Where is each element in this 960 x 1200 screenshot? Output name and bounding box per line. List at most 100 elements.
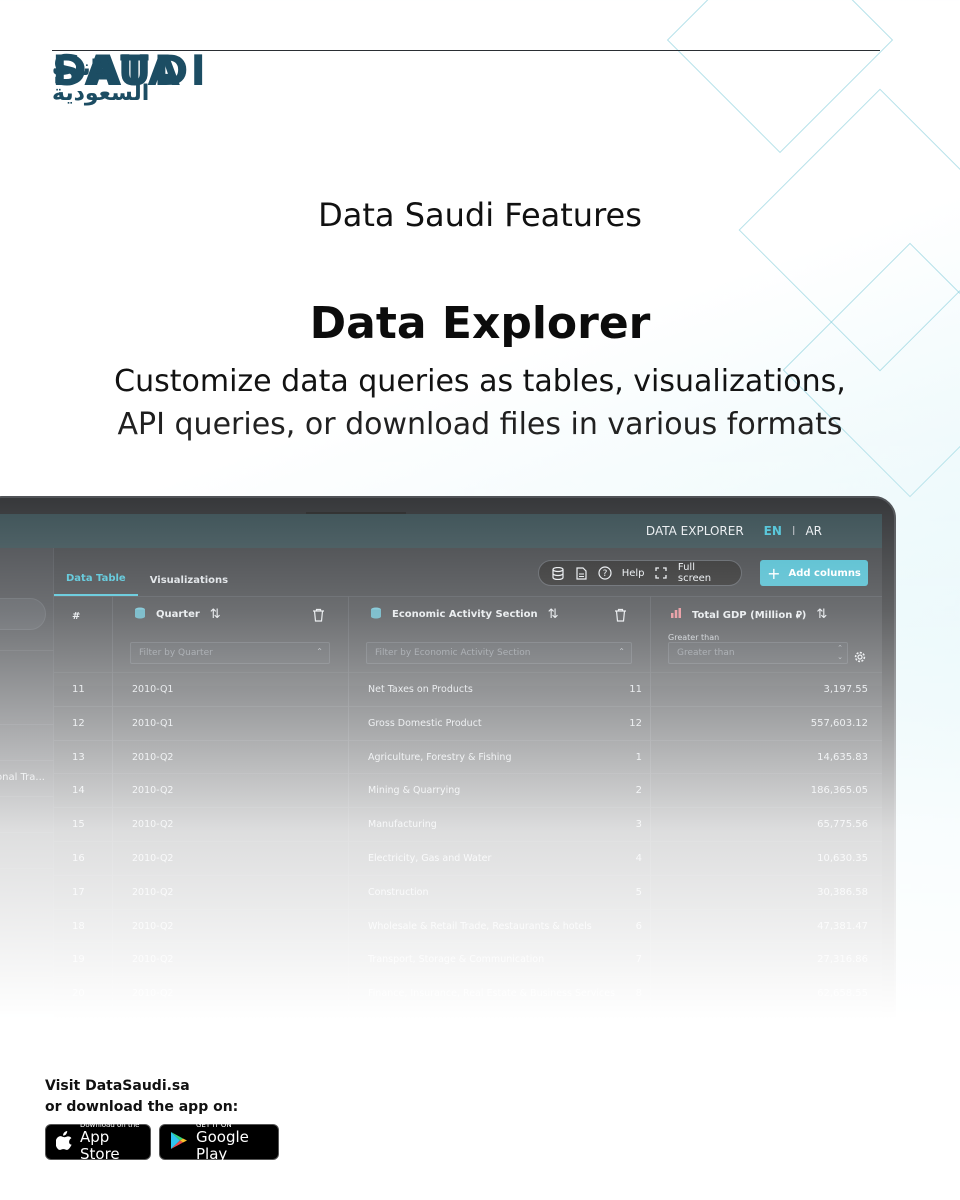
row-index: 14: [72, 785, 85, 797]
row-quarter: 2010-Q2: [132, 886, 174, 898]
row-section: Agriculture, Forestry & Fishing: [368, 751, 512, 763]
row-quarter: 2010-Q1: [132, 717, 174, 729]
row-index: 13: [72, 751, 85, 763]
header-quarter[interactable]: Quarter ⇅: [134, 607, 221, 622]
page-button-4[interactable]: 4: [686, 1128, 712, 1152]
table-row[interactable]: 11 2010-Q1 Net Taxes on Products 11 3,197.55: [54, 672, 882, 706]
row-index: 20: [72, 988, 85, 1000]
delete-column-icon[interactable]: [614, 607, 627, 626]
table-row[interactable]: 17 2010-Q2 Construction 5 30,386.58: [54, 874, 882, 909]
sidebar-item-active[interactable]: vity: [0, 1014, 54, 1042]
sidebar-divider: [0, 796, 54, 797]
row-index: 16: [72, 853, 85, 864]
delete-column-icon[interactable]: [312, 607, 325, 626]
row-gdp: 186,365.05: [810, 785, 868, 797]
row-section-id: 1: [635, 751, 642, 763]
gdp-filter-input[interactable]: Greater than ⌃ ⌄: [668, 642, 848, 664]
table-row[interactable]: 19 2010-Q2 Transport, Storage & Communicat…: [54, 942, 882, 976]
tab-visualizations[interactable]: Visualizations: [138, 548, 240, 596]
first-page-button[interactable]: |‹: [532, 1128, 558, 1152]
bar-chart-icon: [670, 607, 682, 622]
table-row[interactable]: 16 2010-Q2 Electricity, Gas and Water 4 10,6…: [54, 841, 882, 875]
row-index: 11: [72, 684, 85, 695]
table-row[interactable]: 14 2010-Q2 Mining & Quarrying 2 186,365.05: [54, 773, 882, 807]
row-quarter: 2010-Q2: [132, 954, 174, 966]
header-gdp-label: Total GDP (Million ⃁): [692, 610, 807, 621]
page-size-select[interactable]: 100 ⌃: [376, 1128, 458, 1152]
sidebar-search-input[interactable]: [0, 598, 46, 630]
table-row[interactable]: 22 2010-Q2 Government Services 10 95,448.00: [54, 1043, 882, 1078]
row-quarter: 2010-Q2: [132, 988, 174, 1000]
next-page-button[interactable]: ›: [806, 1128, 832, 1152]
plus-icon: +: [767, 563, 781, 583]
page-size-value: 100: [389, 1134, 409, 1145]
row-section-id: 6: [635, 920, 642, 932]
page-button-1[interactable]: 1: [596, 1128, 622, 1152]
sort-icon[interactable]: ⇅: [210, 607, 221, 622]
table-row[interactable]: 18 2010-Q2 Wholesale & Retail Trade, Resta…: [54, 908, 882, 943]
copy-icon: ⧉: [702, 1176, 710, 1188]
last-page-button[interactable]: ›|: [836, 1128, 862, 1152]
tab-data-table[interactable]: Data Table: [54, 548, 138, 596]
sort-icon[interactable]: ⇅: [548, 607, 559, 622]
row-quarter: 2010-Q2: [132, 751, 174, 763]
copy-api-button[interactable]: ⧉ Copy API: [686, 1170, 776, 1194]
visit-line-2: or download the app on:: [45, 1099, 239, 1115]
column-divider: [348, 596, 349, 1116]
row-quarter: 2010-Q2: [132, 1055, 174, 1067]
language-en[interactable]: EN: [764, 524, 782, 538]
csv-download-button[interactable]: ⤓ CSV: [784, 1170, 850, 1194]
row-section: Government Services: [368, 1055, 471, 1067]
download-icon: ⤓: [801, 1176, 807, 1188]
help-icon[interactable]: ?: [598, 566, 612, 580]
page-button-5[interactable]: 5: [716, 1128, 742, 1152]
table-row[interactable]: 13 2010-Q2 Agriculture, Forestry & Fishing…: [54, 739, 882, 774]
apple-icon: [55, 1130, 72, 1154]
table-row[interactable]: 12 2010-Q1 Gross Domestic Product 12 557,603…: [54, 705, 882, 740]
header-section[interactable]: Economic Activity Section ⇅: [370, 607, 559, 622]
section-filter-select[interactable]: Filter by Economic Activity Section ⌃: [366, 642, 632, 664]
sidebar-item-truncated[interactable]: onal Tra...: [0, 772, 45, 783]
database-icon[interactable]: [551, 566, 564, 580]
header-index: #: [72, 611, 80, 622]
document-icon[interactable]: [574, 566, 587, 580]
hero-description-line-1: Customize data queries as tables, visual…: [114, 364, 846, 399]
number-stepper-icon[interactable]: ⌃ ⌄: [837, 644, 843, 662]
row-quarter: 2010-Q2: [132, 819, 174, 831]
header-quarter-label: Quarter: [156, 609, 200, 620]
google-play-button[interactable]: GET IT ON Google Play: [159, 1121, 279, 1163]
page-button-2[interactable]: 2: [626, 1128, 652, 1152]
help-label[interactable]: Help: [622, 568, 645, 579]
gdp-filter-label: Greater than: [668, 633, 720, 642]
row-gdp: 65,775.56: [817, 819, 868, 831]
quarter-filter-select[interactable]: Filter by Quarter ⌃: [130, 642, 330, 664]
language-ar[interactable]: AR: [805, 524, 822, 538]
prev-page-button[interactable]: ‹: [562, 1128, 588, 1152]
page-button-8[interactable]: 8: [776, 1128, 802, 1152]
logo-line-2: SAUDI: [52, 50, 880, 92]
row-quarter: 2010-Q2: [132, 1022, 174, 1033]
fullscreen-icon[interactable]: [655, 566, 668, 580]
top-bar: DATA EXPLORER EN I AR: [0, 514, 882, 548]
table-row[interactable]: 21 2010-Q2 Community, Social & Personal Se…: [54, 1010, 882, 1044]
page-button-3[interactable]: 3: [656, 1128, 682, 1152]
row-gdp: 95,448.00: [817, 1055, 868, 1067]
header-index-label: #: [72, 611, 81, 622]
table-row[interactable]: 20 2010-Q2 Finance, Insurance, Real Estate…: [54, 976, 882, 1010]
sort-icon[interactable]: ⇅: [816, 607, 827, 622]
add-columns-button[interactable]: + Add columns: [760, 560, 868, 586]
language-separator: I: [791, 524, 796, 538]
row-section: Electricity, Gas and Water: [368, 853, 492, 864]
fullscreen-label[interactable]: Full screen: [678, 562, 729, 584]
header-gdp[interactable]: Total GDP (Million ⃁) ⇅: [670, 607, 827, 622]
row-index: 18: [72, 920, 85, 932]
app-store-button[interactable]: Download on the App Store: [45, 1121, 151, 1163]
row-section: Wholesale & Retail Trade, Restaurants & …: [368, 920, 592, 932]
gear-icon[interactable]: [854, 648, 866, 667]
row-index: 17: [72, 886, 85, 898]
database-icon: [370, 607, 382, 622]
row-gdp: 30,386.58: [817, 886, 868, 898]
more-options-button[interactable]: [856, 1170, 872, 1194]
table-row[interactable]: 15 2010-Q2 Manufacturing 3 65,775.56: [54, 807, 882, 841]
appstore-big-label: App Store: [80, 1128, 120, 1163]
